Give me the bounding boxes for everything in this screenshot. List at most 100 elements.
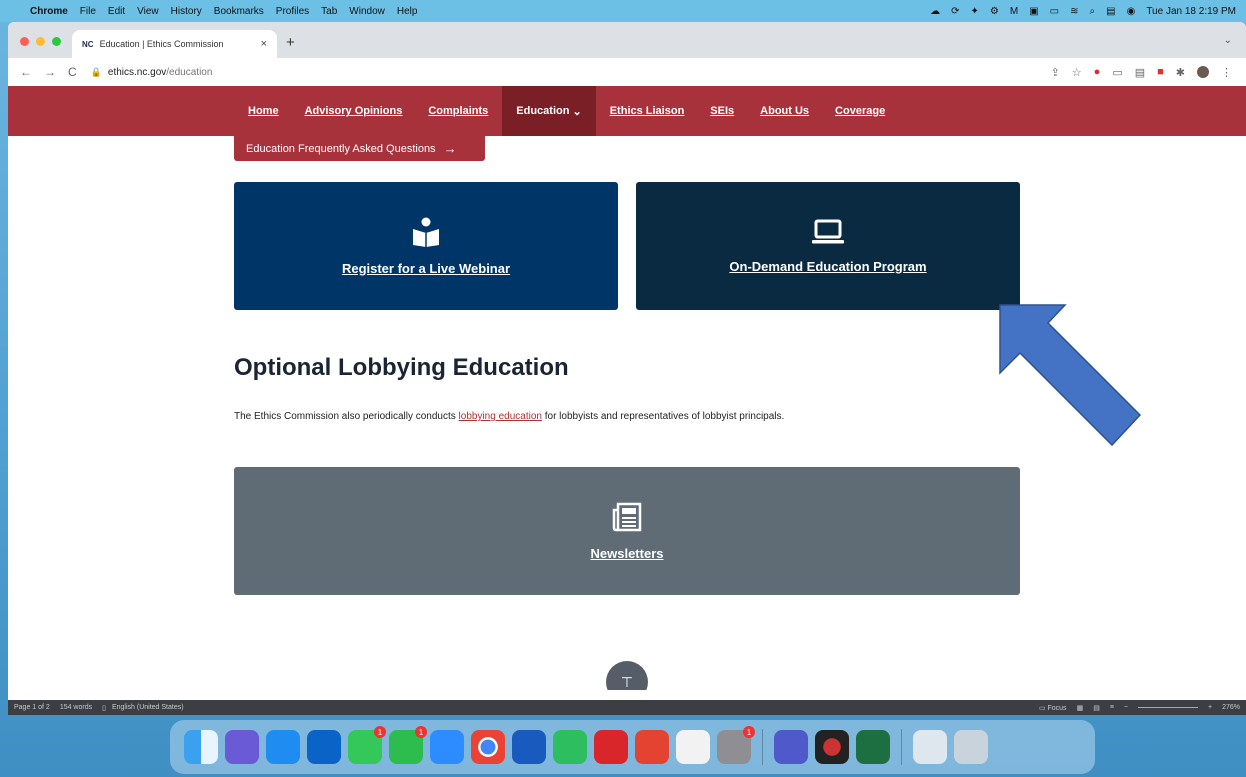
pinterest-icon[interactable]: ●: [1094, 66, 1101, 78]
word-page-count[interactable]: Page 1 of 2: [14, 704, 50, 711]
menu-help[interactable]: Help: [397, 6, 418, 17]
zoom-level[interactable]: 276%: [1222, 704, 1240, 711]
excel-icon[interactable]: [856, 730, 890, 764]
dropbox-icon[interactable]: ✦: [971, 6, 979, 17]
mail-icon[interactable]: M: [1010, 6, 1018, 17]
nav-complaints[interactable]: Complaints: [428, 105, 488, 117]
facetime-badge: 1: [415, 726, 427, 738]
zoom-slider[interactable]: [1138, 707, 1198, 708]
onedrive-icon[interactable]: [307, 730, 341, 764]
newsletters-card[interactable]: Newsletters: [234, 467, 1020, 595]
trash-icon[interactable]: [954, 730, 988, 764]
nav-education[interactable]: Education ⌄: [502, 86, 596, 136]
menu-profiles[interactable]: Profiles: [276, 6, 309, 17]
url-path: /education: [166, 66, 213, 78]
word-language[interactable]: English (United States): [112, 704, 184, 711]
sync-icon[interactable]: ⟳: [951, 6, 959, 17]
scroll-to-top-button[interactable]: ⊤: [606, 661, 648, 690]
star-icon[interactable]: ☆: [1072, 66, 1082, 79]
puzzle-icon[interactable]: ✱: [1176, 66, 1185, 79]
nav-about-us[interactable]: About Us: [760, 105, 809, 117]
tab-title: Education | Ethics Commission: [99, 39, 224, 49]
extension-icon[interactable]: ▭: [1112, 66, 1122, 79]
url-field[interactable]: 🔒 ethics.nc.gov/education: [91, 67, 213, 78]
menu-window[interactable]: Window: [349, 6, 385, 17]
print-layout-icon[interactable]: ▦: [1077, 704, 1084, 712]
word-count[interactable]: 154 words: [60, 704, 92, 711]
cloud-icon[interactable]: ☁: [930, 6, 940, 17]
record-icon[interactable]: [815, 730, 849, 764]
facetime-icon[interactable]: 1: [389, 726, 427, 764]
status-icons: ☁ ⟳ ✦ ⚙ M ▣ ▭ ≋ ⌕ ▤ ◉ Tue Jan 18 2:19 PM: [930, 6, 1246, 17]
focus-label: Focus: [1047, 704, 1067, 712]
finder-icon[interactable]: [184, 730, 218, 764]
tab-bar: NC Education | Ethics Commission × + ⌄: [8, 22, 1246, 58]
nav-advisory-opinions[interactable]: Advisory Opinions: [305, 105, 403, 117]
tab-education[interactable]: NC Education | Ethics Commission ×: [72, 30, 277, 58]
nav-seis[interactable]: SEIs: [710, 105, 734, 117]
battery-icon[interactable]: ▭: [1050, 6, 1059, 17]
webinar-card[interactable]: Register for a Live Webinar: [234, 182, 618, 310]
zoom-out-icon[interactable]: −: [1124, 704, 1128, 711]
menu-file[interactable]: File: [80, 6, 96, 17]
menu-view[interactable]: View: [137, 6, 159, 17]
chrome-icon[interactable]: [471, 730, 505, 764]
faq-button-label: Education Frequently Asked Questions: [246, 142, 436, 155]
new-tab-icon[interactable]: +: [286, 34, 295, 51]
back-icon[interactable]: ←: [20, 65, 32, 79]
tab-favicon: NC: [82, 39, 94, 49]
todoist-icon[interactable]: [635, 730, 669, 764]
gear-icon[interactable]: ⚙: [990, 6, 999, 17]
preview-window-icon[interactable]: [913, 730, 947, 764]
focus-button[interactable]: ▭ Focus: [1039, 704, 1067, 712]
nav-coverage[interactable]: Coverage: [835, 105, 885, 117]
display-icon[interactable]: ▣: [1029, 6, 1038, 17]
zoom-icon[interactable]: [430, 730, 464, 764]
search-icon[interactable]: ⌕: [1090, 6, 1096, 17]
acrobat-icon[interactable]: [594, 730, 628, 764]
lock-icon: 🔒: [90, 66, 102, 77]
proofing-icon[interactable]: ▯: [102, 704, 106, 712]
laptop-icon: [812, 219, 844, 243]
forward-icon[interactable]: →: [44, 65, 56, 79]
teams-icon[interactable]: [774, 730, 808, 764]
newspaper-icon: [612, 502, 642, 531]
menu-app-name[interactable]: Chrome: [30, 6, 68, 17]
zoom-in-icon[interactable]: +: [1208, 704, 1212, 711]
siri-icon[interactable]: ◉: [1127, 6, 1136, 17]
wifi-icon[interactable]: ≋: [1070, 6, 1078, 17]
messages-icon[interactable]: 1: [348, 726, 386, 764]
reload-icon[interactable]: C: [68, 65, 77, 79]
word-icon[interactable]: [512, 730, 546, 764]
close-window-button[interactable]: [20, 37, 29, 46]
nav-ethics-liaison[interactable]: Ethics Liaison: [610, 105, 685, 117]
menu-bookmarks[interactable]: Bookmarks: [214, 6, 264, 17]
menu-tab[interactable]: Tab: [321, 6, 337, 17]
kebab-menu-icon[interactable]: ⋮: [1221, 66, 1232, 79]
control-center-icon[interactable]: ▤: [1106, 6, 1115, 17]
menu-history[interactable]: History: [171, 6, 202, 17]
chevron-down-icon[interactable]: ⌄: [1224, 35, 1232, 46]
minimize-window-button[interactable]: [36, 37, 45, 46]
close-tab-icon[interactable]: ×: [261, 38, 267, 50]
faq-button[interactable]: Education Frequently Asked Questions →: [234, 136, 485, 161]
reader-app-icon[interactable]: [676, 730, 710, 764]
zoom-window-button[interactable]: [52, 37, 61, 46]
nav-home[interactable]: Home: [248, 105, 279, 117]
menu-edit[interactable]: Edit: [108, 6, 125, 17]
pdf-extension-icon[interactable]: ■: [1157, 66, 1164, 78]
on-demand-card[interactable]: On-Demand Education Program: [636, 182, 1020, 310]
app-store-icon[interactable]: [266, 730, 300, 764]
site-nav: Home Advisory Opinions Complaints Educat…: [8, 86, 1246, 136]
messages-badge: 1: [374, 726, 386, 738]
share-icon[interactable]: ⇪: [1051, 66, 1060, 79]
system-preferences-icon[interactable]: 1: [717, 726, 755, 764]
menu-clock[interactable]: Tue Jan 18 2:19 PM: [1146, 6, 1236, 17]
reader-icon[interactable]: ▤: [1135, 66, 1145, 79]
lobbying-education-link[interactable]: lobbying education: [459, 411, 542, 422]
web-layout-icon[interactable]: ▤: [1093, 704, 1100, 712]
evernote-icon[interactable]: [553, 730, 587, 764]
launchpad-icon[interactable]: [225, 730, 259, 764]
avatar[interactable]: [1197, 66, 1209, 78]
outline-view-icon[interactable]: ≡: [1110, 704, 1114, 711]
